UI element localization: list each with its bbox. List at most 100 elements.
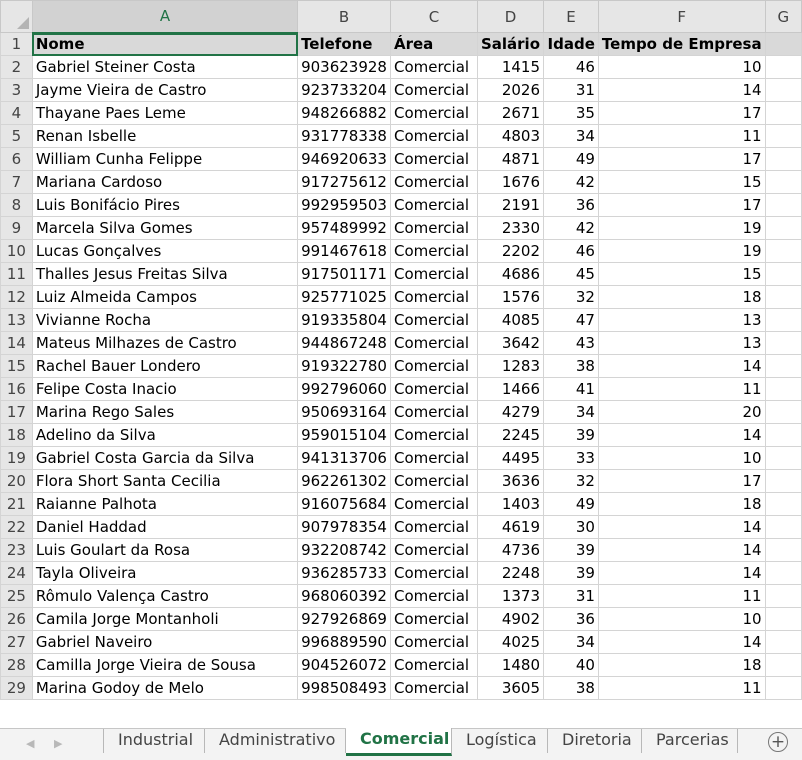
cell-telefone[interactable]: 962261302 bbox=[297, 469, 391, 493]
scroll-tabs-right-icon[interactable]: ▶ bbox=[54, 737, 62, 750]
cell-idade[interactable]: 34 bbox=[543, 124, 599, 148]
cell-area[interactable]: Comercial bbox=[389, 423, 478, 447]
cell-idade[interactable]: 32 bbox=[543, 285, 599, 309]
cell-idade[interactable]: 31 bbox=[543, 78, 599, 102]
cell-nome[interactable]: Gabriel Costa Garcia da Silva bbox=[31, 446, 299, 470]
cell-g-empty[interactable] bbox=[764, 561, 802, 585]
row-header[interactable]: 16 bbox=[0, 377, 33, 401]
cell-g-empty[interactable] bbox=[764, 101, 802, 125]
cell-g-empty[interactable] bbox=[764, 400, 802, 424]
cell-tempo-empresa[interactable]: 17 bbox=[597, 469, 766, 493]
sheet-tab-logistica[interactable]: Logística bbox=[452, 729, 548, 753]
cell-salario[interactable]: 4902 bbox=[476, 607, 545, 631]
cell-tempo-empresa[interactable]: 14 bbox=[597, 538, 766, 562]
add-sheet-button[interactable]: + bbox=[768, 732, 788, 752]
cell-idade[interactable]: 36 bbox=[543, 607, 599, 631]
cell-idade[interactable]: 42 bbox=[543, 216, 599, 240]
cell-g-empty[interactable] bbox=[764, 308, 802, 332]
cell-idade-header[interactable]: Idade bbox=[543, 32, 599, 56]
cell-area[interactable]: Comercial bbox=[389, 262, 478, 286]
cell-idade[interactable]: 31 bbox=[543, 584, 599, 608]
cell-idade[interactable]: 35 bbox=[543, 101, 599, 125]
cell-tempo-empresa[interactable]: 15 bbox=[597, 262, 766, 286]
cell-salario[interactable]: 1415 bbox=[476, 55, 545, 79]
row-header[interactable]: 1 bbox=[0, 32, 33, 56]
row-header[interactable]: 12 bbox=[0, 285, 33, 309]
cell-g-empty[interactable] bbox=[764, 538, 802, 562]
cell-nome[interactable]: Gabriel Naveiro bbox=[31, 630, 299, 654]
cell-area[interactable]: Comercial bbox=[389, 193, 478, 217]
cell-area[interactable]: Comercial bbox=[389, 584, 478, 608]
cell-g-empty[interactable] bbox=[764, 124, 802, 148]
spreadsheet-grid[interactable]: A B C D E F G 1 Nome Telefone Área Salár… bbox=[0, 0, 802, 728]
cell-idade[interactable]: 45 bbox=[543, 262, 599, 286]
cell-telefone-header[interactable]: Telefone bbox=[297, 32, 391, 56]
cell-salario[interactable]: 2248 bbox=[476, 561, 545, 585]
row-header[interactable]: 23 bbox=[0, 538, 33, 562]
cell-nome[interactable]: Marina Godoy de Melo bbox=[31, 676, 299, 700]
cell-idade[interactable]: 49 bbox=[543, 492, 599, 516]
cell-salario[interactable]: 3642 bbox=[476, 331, 545, 355]
cell-area[interactable]: Comercial bbox=[389, 377, 478, 401]
cell-tempo-empresa[interactable]: 10 bbox=[597, 446, 766, 470]
cell-g-empty[interactable] bbox=[764, 354, 802, 378]
cell-nome[interactable]: Marina Rego Sales bbox=[31, 400, 299, 424]
cell-telefone[interactable]: 904526072 bbox=[297, 653, 391, 677]
cell-area[interactable]: Comercial bbox=[389, 469, 478, 493]
cell-telefone[interactable]: 932208742 bbox=[297, 538, 391, 562]
cell-area[interactable]: Comercial bbox=[389, 55, 478, 79]
cell-area[interactable]: Comercial bbox=[389, 561, 478, 585]
cell-nome[interactable]: Luiz Almeida Campos bbox=[31, 285, 299, 309]
cell-tempo-header[interactable]: Tempo de Empresa bbox=[597, 32, 766, 56]
cell-salario[interactable]: 2671 bbox=[476, 101, 545, 125]
cell-salario-header[interactable]: Salário bbox=[476, 32, 545, 56]
cell-nome[interactable]: Marcela Silva Gomes bbox=[31, 216, 299, 240]
cell-g-empty[interactable] bbox=[764, 607, 802, 631]
cell-telefone[interactable]: 917275612 bbox=[297, 170, 391, 194]
cell-idade[interactable]: 30 bbox=[543, 515, 599, 539]
cell-telefone[interactable]: 944867248 bbox=[297, 331, 391, 355]
cell-telefone[interactable]: 919335804 bbox=[297, 308, 391, 332]
cell-area[interactable]: Comercial bbox=[389, 147, 478, 171]
cell-g-empty[interactable] bbox=[764, 216, 802, 240]
cell-telefone[interactable]: 941313706 bbox=[297, 446, 391, 470]
cell-area[interactable]: Comercial bbox=[389, 538, 478, 562]
cell-telefone[interactable]: 996889590 bbox=[297, 630, 391, 654]
cell-nome[interactable]: Luis Bonifácio Pires bbox=[31, 193, 299, 217]
cell-idade[interactable]: 42 bbox=[543, 170, 599, 194]
cell-telefone[interactable]: 998508493 bbox=[297, 676, 391, 700]
cell-tempo-empresa[interactable]: 17 bbox=[597, 193, 766, 217]
cell-salario[interactable]: 1373 bbox=[476, 584, 545, 608]
cell-g-empty[interactable] bbox=[764, 515, 802, 539]
cell-area[interactable]: Comercial bbox=[389, 354, 478, 378]
cell-tempo-empresa[interactable]: 10 bbox=[597, 55, 766, 79]
scroll-tabs-left-icon[interactable]: ◀ bbox=[26, 737, 34, 750]
cell-g-empty[interactable] bbox=[764, 55, 802, 79]
cell-area[interactable]: Comercial bbox=[389, 308, 478, 332]
cell-g-empty[interactable] bbox=[764, 377, 802, 401]
cell-tempo-empresa[interactable]: 14 bbox=[597, 630, 766, 654]
cell-idade[interactable]: 38 bbox=[543, 354, 599, 378]
column-header-a[interactable]: A bbox=[31, 0, 299, 34]
cell-idade[interactable]: 36 bbox=[543, 193, 599, 217]
cell-idade[interactable]: 41 bbox=[543, 377, 599, 401]
cell-tempo-empresa[interactable]: 15 bbox=[597, 170, 766, 194]
row-header[interactable]: 7 bbox=[0, 170, 33, 194]
cell-nome[interactable]: Camila Jorge Montanholi bbox=[31, 607, 299, 631]
cell-area[interactable]: Comercial bbox=[389, 607, 478, 631]
cell-tempo-empresa[interactable]: 19 bbox=[597, 239, 766, 263]
cell-tempo-empresa[interactable]: 14 bbox=[597, 354, 766, 378]
row-header[interactable]: 5 bbox=[0, 124, 33, 148]
cell-tempo-empresa[interactable]: 14 bbox=[597, 515, 766, 539]
cell-area[interactable]: Comercial bbox=[389, 446, 478, 470]
cell-g-empty[interactable] bbox=[764, 78, 802, 102]
cell-g-empty[interactable] bbox=[764, 285, 802, 309]
cell-nome[interactable]: Raianne Palhota bbox=[31, 492, 299, 516]
cell-telefone[interactable]: 907978354 bbox=[297, 515, 391, 539]
cell-salario[interactable]: 1403 bbox=[476, 492, 545, 516]
cell-salario[interactable]: 4495 bbox=[476, 446, 545, 470]
cell-salario[interactable]: 1576 bbox=[476, 285, 545, 309]
cell-nome[interactable]: Tayla Oliveira bbox=[31, 561, 299, 585]
cell-tempo-empresa[interactable]: 14 bbox=[597, 561, 766, 585]
column-header-g[interactable]: G bbox=[764, 0, 802, 33]
